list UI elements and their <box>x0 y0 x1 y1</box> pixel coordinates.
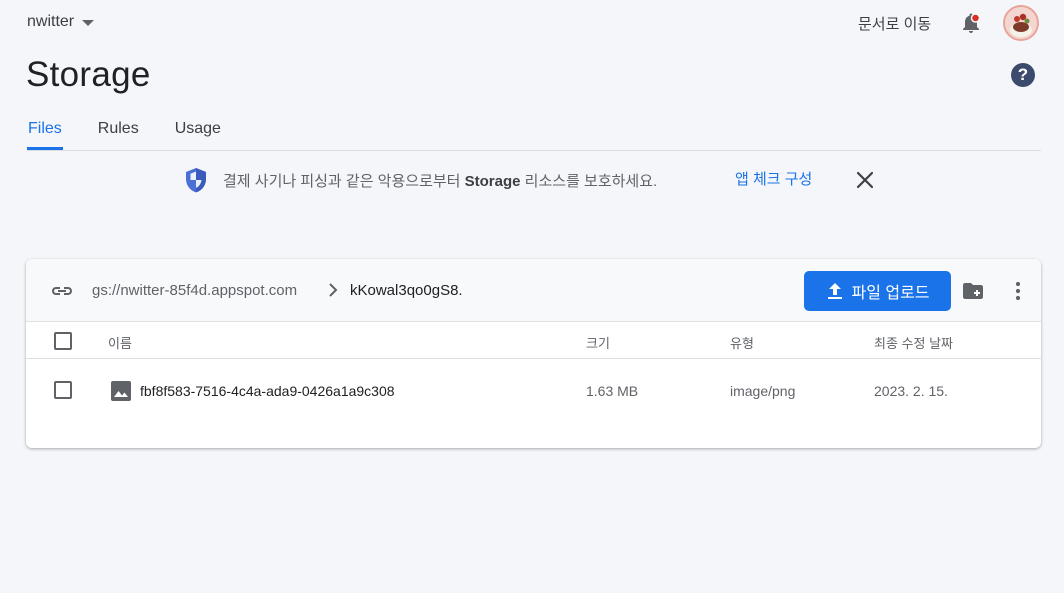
bell-icon <box>963 13 981 33</box>
close-icon <box>856 171 874 189</box>
tabs-divider <box>27 150 1041 151</box>
docs-link[interactable]: 문서로 이동 <box>858 13 931 34</box>
table-row[interactable]: fbf8f583-7516-4c4a-ada9-0426a1a9c308 1.6… <box>26 360 1041 422</box>
row-checkbox[interactable] <box>54 381 72 399</box>
select-all-checkbox[interactable] <box>54 332 72 350</box>
configure-app-check-link[interactable]: 앱 체크 구성 <box>735 168 812 189</box>
new-folder-icon[interactable] <box>960 278 986 304</box>
breadcrumb-bucket[interactable]: gs://nwitter-85f4d.appspot.com <box>92 282 297 299</box>
page-title: Storage <box>26 55 151 94</box>
project-selector[interactable]: nwitter <box>27 13 95 31</box>
tab-files[interactable]: Files <box>27 115 63 150</box>
image-file-icon <box>111 381 131 401</box>
banner-text-bold: Storage <box>464 172 521 190</box>
notifications-button[interactable] <box>958 10 984 36</box>
tab-usage[interactable]: Usage <box>174 115 222 150</box>
column-type[interactable]: 유형 <box>730 333 754 352</box>
breadcrumb-folder: kKowal3qo0gS8. <box>350 282 463 299</box>
column-modified[interactable]: 최종 수정 날짜 <box>874 333 953 352</box>
user-avatar[interactable] <box>1003 5 1039 41</box>
tab-rules[interactable]: Rules <box>97 115 140 150</box>
browser-toolbar: gs://nwitter-85f4d.appspot.com kKowal3qo… <box>26 259 1041 322</box>
help-icon[interactable]: ? <box>1011 63 1035 87</box>
column-size[interactable]: 크기 <box>586 333 610 352</box>
file-modified: 2023. 2. 15. <box>874 383 948 399</box>
chevron-right-icon <box>329 283 338 297</box>
project-name: nwitter <box>27 13 75 30</box>
file-size: 1.63 MB <box>586 383 639 399</box>
chevron-down-icon <box>82 20 95 26</box>
avatar-image <box>1003 5 1039 41</box>
link-icon[interactable] <box>49 279 75 303</box>
table-header: 이름 크기 유형 최종 수정 날짜 <box>26 322 1041 359</box>
banner-text-before: 결제 사기나 피싱과 같은 악용으로부터 <box>223 172 465 190</box>
upload-file-button[interactable]: 파일 업로드 <box>804 271 951 311</box>
more-vert-icon[interactable] <box>1006 278 1030 304</box>
file-type: image/png <box>730 383 796 399</box>
file-name[interactable]: fbf8f583-7516-4c4a-ada9-0426a1a9c308 <box>140 383 395 399</box>
file-browser: gs://nwitter-85f4d.appspot.com kKowal3qo… <box>26 259 1041 448</box>
upload-file-label: 파일 업로드 <box>851 285 930 302</box>
column-name[interactable]: 이름 <box>108 333 132 352</box>
shield-icon <box>186 168 206 193</box>
top-bar: nwitter 문서로 이동 <box>0 0 1064 46</box>
tab-bar: Files Rules Usage <box>27 115 256 150</box>
upload-icon <box>828 283 843 299</box>
app-check-banner: 결제 사기나 피싱과 같은 악용으로부터 Storage 리소스를 보호하세요.… <box>184 164 884 196</box>
banner-message: 결제 사기나 피싱과 같은 악용으로부터 Storage 리소스를 보호하세요. <box>223 170 657 191</box>
banner-text-after: 리소스를 보호하세요. <box>520 172 658 190</box>
close-banner-button[interactable] <box>854 169 876 191</box>
